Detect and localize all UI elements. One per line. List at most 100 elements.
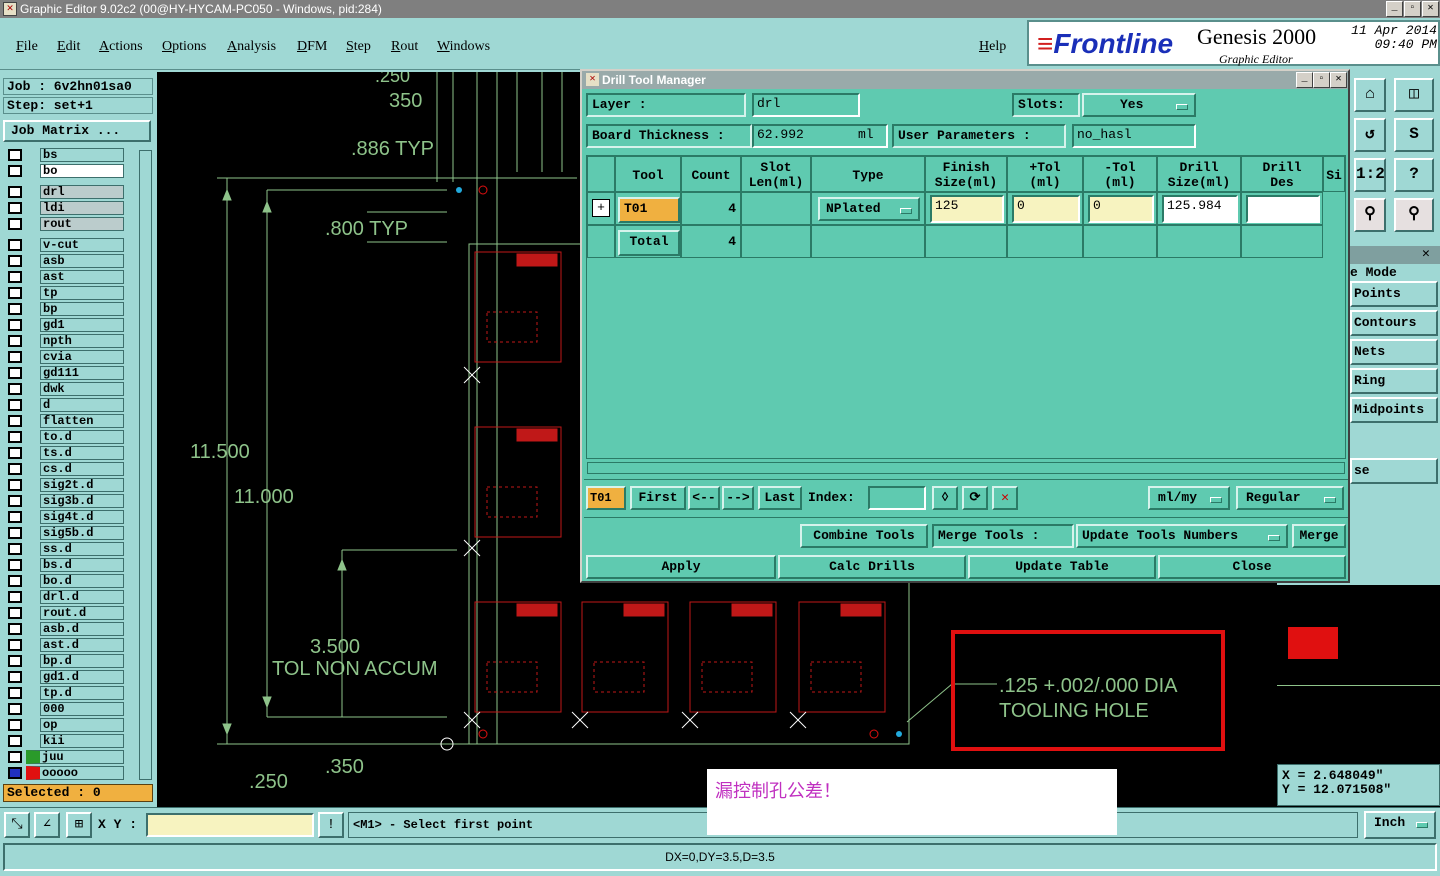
layer-checkbox[interactable] (8, 655, 22, 667)
layer-row[interactable]: ts.d (5, 445, 125, 461)
calc-drills-button[interactable]: Calc Drills (778, 555, 966, 579)
layer-name[interactable]: v-cut (40, 238, 124, 252)
layer-checkbox[interactable] (8, 751, 22, 763)
layer-checkbox[interactable] (8, 383, 22, 395)
mode-points[interactable]: Points (1350, 281, 1438, 307)
layer-checkbox[interactable] (8, 367, 22, 379)
layer-row[interactable]: ooooo (5, 765, 125, 780)
layer-row[interactable]: tp (5, 285, 125, 301)
layer-row[interactable]: kii (5, 733, 125, 749)
select-arrow-icon[interactable]: ⤡ (4, 812, 30, 838)
update-tools-numbers-select[interactable]: Update Tools Numbers (1076, 524, 1288, 548)
layer-name[interactable]: asb.d (40, 622, 124, 636)
layer-row[interactable]: bp.d (5, 653, 125, 669)
close-button[interactable]: Close (1158, 555, 1346, 579)
measure2-icon[interactable]: ⚲ (1394, 198, 1434, 232)
measure-angle-icon[interactable]: ∠ (34, 812, 60, 838)
layer-row[interactable]: cs.d (5, 461, 125, 477)
layer-name[interactable]: gd1 (40, 318, 124, 332)
layer-name[interactable]: drl.d (40, 590, 124, 604)
layer-checkbox[interactable] (8, 319, 22, 331)
layer-name[interactable]: npth (40, 334, 124, 348)
layer-checkbox[interactable] (8, 735, 22, 747)
layer-row[interactable]: sig4t.d (5, 509, 125, 525)
layer-name[interactable]: dwk (40, 382, 124, 396)
mode-contours[interactable]: Contours (1350, 310, 1438, 336)
menu-windows[interactable]: Windows (437, 39, 490, 55)
layer-row[interactable]: npth (5, 333, 125, 349)
layer-name[interactable]: cs.d (40, 462, 124, 476)
layer-row[interactable]: tp.d (5, 685, 125, 701)
total-button[interactable]: Total (618, 230, 680, 256)
layer-row[interactable]: cvia (5, 349, 125, 365)
plus-tol-input[interactable]: 0 (1012, 195, 1080, 223)
refresh-icon[interactable]: ⟳ (962, 486, 988, 510)
expand-plus-icon[interactable]: + (592, 199, 610, 217)
layer-checkbox[interactable] (8, 671, 22, 683)
layer-row[interactable]: dwk (5, 381, 125, 397)
layer-row[interactable]: v-cut (5, 237, 125, 253)
snap-icon[interactable]: S (1394, 118, 1434, 152)
layer-row[interactable]: bp (5, 301, 125, 317)
layer-name[interactable]: bs.d (40, 558, 124, 572)
layer-checkbox[interactable] (8, 527, 22, 539)
layer-row[interactable]: sig5b.d (5, 525, 125, 541)
layer-checkbox[interactable] (8, 607, 22, 619)
layer-checkbox[interactable] (8, 591, 22, 603)
layer-row[interactable]: bo.d (5, 573, 125, 589)
menu-dfm[interactable]: DFM (297, 39, 327, 55)
layer-row[interactable]: d (5, 397, 125, 413)
user-parameters-input[interactable]: no_hasl (1072, 124, 1196, 148)
layer-row[interactable]: asb.d (5, 621, 125, 637)
update-table-button[interactable]: Update Table (968, 555, 1156, 579)
layer-checkbox[interactable] (8, 479, 22, 491)
layer-scrollbar[interactable] (139, 150, 152, 780)
help-icon[interactable]: ? (1394, 158, 1434, 192)
layer-checkbox[interactable] (8, 639, 22, 651)
scale-icon[interactable]: 1:2 (1354, 158, 1386, 192)
layer-checkbox[interactable] (8, 431, 22, 443)
layer-name[interactable]: asb (40, 254, 124, 268)
layer-input[interactable]: drl (752, 93, 860, 117)
layer-name[interactable]: bp.d (40, 654, 124, 668)
layer-checkbox[interactable] (8, 287, 22, 299)
dialog-close-button[interactable]: ✕ (1330, 72, 1347, 88)
layer-checkbox[interactable] (8, 703, 22, 715)
layer-name[interactable]: juu (26, 750, 124, 764)
layer-checkbox[interactable] (8, 335, 22, 347)
layer-name[interactable]: bo.d (40, 574, 124, 588)
dialog-maximize-button[interactable]: ▫ (1313, 72, 1330, 88)
snap-close-icon[interactable]: ✕ (1422, 246, 1430, 261)
layer-checkbox[interactable] (8, 303, 22, 315)
layer-name[interactable]: ts.d (40, 446, 124, 460)
layer-row[interactable]: op (5, 717, 125, 733)
mode-select[interactable]: Regular (1236, 486, 1344, 510)
undo-icon[interactable]: ↺ (1354, 118, 1386, 152)
layer-checkbox[interactable] (8, 575, 22, 587)
minus-tol-input[interactable]: 0 (1088, 195, 1154, 223)
layer-name[interactable]: op (40, 718, 124, 732)
layer-row[interactable]: gd1.d (5, 669, 125, 685)
layer-name[interactable]: cvia (40, 350, 124, 364)
menu-options[interactable]: Options (162, 39, 206, 55)
layer-row[interactable]: ldi (5, 200, 125, 216)
layer-name[interactable]: bp (40, 302, 124, 316)
measure-icon[interactable]: ⚲ (1354, 198, 1386, 232)
drill-size-input[interactable]: 125.984 (1162, 195, 1238, 223)
layer-checkbox[interactable] (8, 719, 22, 731)
layer-checkbox[interactable] (8, 415, 22, 427)
layer-name[interactable]: 000 (40, 702, 124, 716)
layer-row[interactable]: to.d (5, 429, 125, 445)
mode-nets[interactable]: Nets (1350, 339, 1438, 365)
layer-name[interactable]: tp (40, 286, 124, 300)
menu-step[interactable]: Step (346, 39, 371, 55)
layer-checkbox[interactable] (8, 202, 22, 214)
layer-checkbox[interactable] (8, 239, 22, 251)
layer-checkbox[interactable] (8, 687, 22, 699)
last-button[interactable]: Last (758, 486, 802, 510)
close-window-button[interactable]: ✕ (1422, 1, 1439, 17)
info-icon[interactable]: ! (318, 812, 344, 838)
layer-checkbox[interactable] (8, 218, 22, 230)
layer-row[interactable]: asb (5, 253, 125, 269)
apply-button[interactable]: Apply (586, 555, 776, 579)
